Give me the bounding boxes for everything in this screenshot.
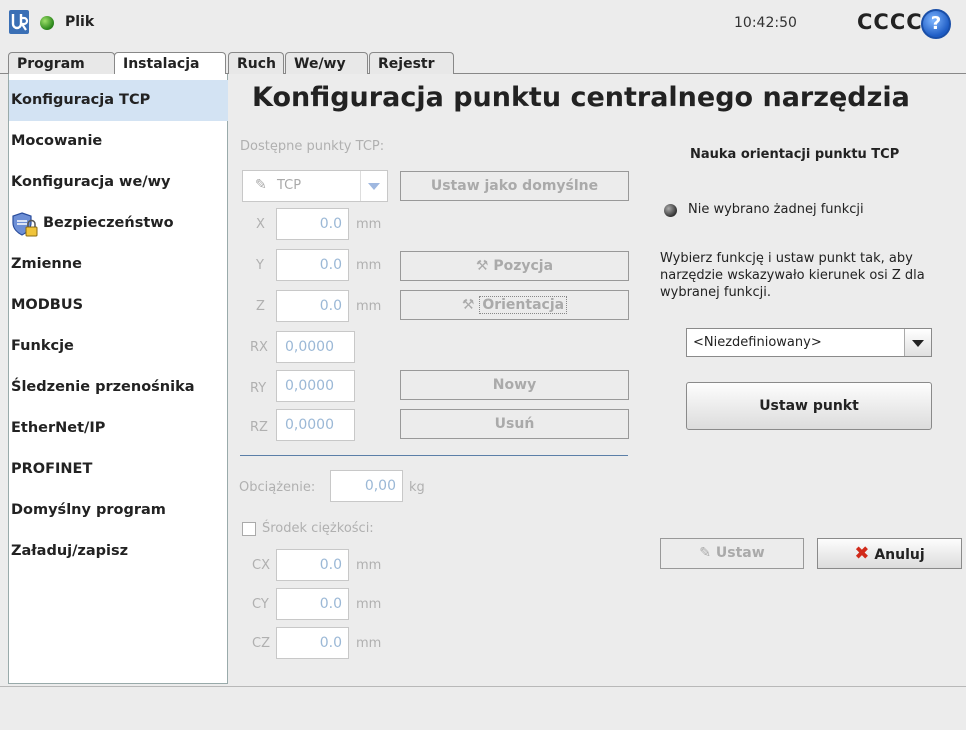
tab-instalacja[interactable]: Instalacja [114,52,226,76]
coord-field-rx[interactable]: 0,0000 [276,331,355,363]
sidebar-item-default-program[interactable]: Domyślny program [9,490,228,531]
cog-label-cx: CX [252,558,270,573]
sidebar-item-modbus[interactable]: MODBUS [9,285,228,326]
cog-label: Środek ciężkości: [262,521,374,536]
delete-tcp-button[interactable]: Usuń [400,409,629,439]
coord-field-z[interactable]: 0.0 [276,290,349,322]
sidebar-item-conveyor[interactable]: Śledzenie przenośnika [9,367,228,408]
ur-logo-icon [9,10,29,34]
cog-checkbox[interactable] [242,522,256,536]
tcp-select-icon: ✎ [255,177,267,193]
tcp-select-value: TCP [277,178,302,193]
sidebar-item-zmienne[interactable]: Zmienne [9,244,228,285]
close-icon: ✖ [854,543,870,564]
sidebar-item-load-save[interactable]: Załaduj/zapisz [9,531,228,572]
coord-field-y[interactable]: 0.0 [276,249,349,281]
instructions-text: Wybierz funkcję i ustaw punkt tak, aby n… [660,251,925,300]
available-tcp-label: Dostępne punkty TCP: [240,139,385,154]
coord-label-rz: RZ [250,420,268,435]
tab-we-wy[interactable]: We/wy [285,52,368,74]
coord-unit-y: mm [356,258,382,273]
orientation-heading: Nauka orientacji punktu TCP [690,147,900,162]
cancel-button-label: Anuluj [874,547,925,563]
set-point-button[interactable]: Ustaw punkt [686,382,932,430]
orientation-button[interactable]: ⚒ Orientacja [400,290,629,320]
tab-program[interactable]: Program [8,52,115,74]
cog-unit-cx: mm [356,558,382,573]
payload-unit: kg [409,480,425,495]
sidebar-item-ethernet-ip[interactable]: EtherNet/IP [9,408,228,449]
coord-label-ry: RY [250,381,267,396]
tcp-select[interactable]: ✎ TCP [242,170,388,202]
status-led-icon [664,204,677,217]
payload-label: Obciążenie: [239,480,316,495]
chevron-down-icon [368,183,380,190]
apply-button[interactable]: ✎ Ustaw [660,538,804,569]
position-button-label: Pozycja [493,258,554,274]
coord-field-rz[interactable]: 0,0000 [276,409,355,441]
sidebar: Konfiguracja TCP Mocowanie Konfiguracja … [8,74,228,684]
chevron-down-icon [912,340,924,347]
feature-status: Nie wybrano żadnej funkcji [688,202,864,217]
top-bar [0,0,966,48]
position-button[interactable]: ⚒ Pozycja [400,251,629,281]
clock: 10:42:50 [734,15,797,31]
apply-button-label: Ustaw [715,545,765,561]
file-menu[interactable]: Plik [65,14,94,30]
tab-rejestr[interactable]: Rejestr [369,52,454,74]
shield-lock-icon [12,212,38,237]
cancel-button[interactable]: ✖ Anuluj [817,538,962,569]
set-default-button[interactable]: Ustaw jako domyślne [400,171,629,201]
coord-label-z: Z [256,299,265,314]
help-icon[interactable]: ? [921,9,951,39]
orientation-button-label: Orientacja [479,296,568,314]
wrench-icon: ⚒ [475,258,489,274]
sidebar-item-profinet[interactable]: PROFINET [9,449,228,490]
bottom-bar [0,686,966,730]
feature-select[interactable]: <Niezdefiniowany> [686,328,932,357]
page-title: Konfiguracja punktu centralnego narzędzi… [252,82,910,113]
sidebar-item-mocowanie[interactable]: Mocowanie [9,121,228,162]
feature-select-value: <Niezdefiniowany> [693,335,822,350]
cog-field-cx[interactable]: 0.0 [276,549,349,581]
status-indicator-icon [40,16,54,30]
coord-label-y: Y [256,258,264,273]
wrench-icon: ⚒ [461,297,475,313]
sidebar-item-tcp[interactable]: Konfiguracja TCP [9,80,228,121]
sidebar-item-io-config[interactable]: Konfiguracja we/wy [9,162,228,203]
new-tcp-button[interactable]: Nowy [400,370,629,400]
sidebar-item-funkcje[interactable]: Funkcje [9,326,228,367]
pencil-icon: ✎ [699,545,712,561]
coord-label-rx: RX [250,340,268,355]
coord-label-x: X [256,217,265,232]
cog-field-cz[interactable]: 0.0 [276,627,349,659]
robot-name: CCCC [857,10,923,34]
coord-field-ry[interactable]: 0,0000 [276,370,355,402]
cog-field-cy[interactable]: 0.0 [276,588,349,620]
cog-unit-cy: mm [356,597,382,612]
sidebar-item-security-label: Bezpieczeństwo [43,215,174,231]
coord-unit-z: mm [356,299,382,314]
tab-ruch[interactable]: Ruch [228,52,284,74]
coord-field-x[interactable]: 0.0 [276,208,349,240]
cog-label-cz: CZ [252,636,270,651]
section-divider [240,455,628,456]
cog-unit-cz: mm [356,636,382,651]
cog-label-cy: CY [252,597,269,612]
payload-field[interactable]: 0,00 [330,470,403,502]
coord-unit-x: mm [356,217,382,232]
sidebar-item-security[interactable]: Bezpieczeństwo [9,203,228,244]
